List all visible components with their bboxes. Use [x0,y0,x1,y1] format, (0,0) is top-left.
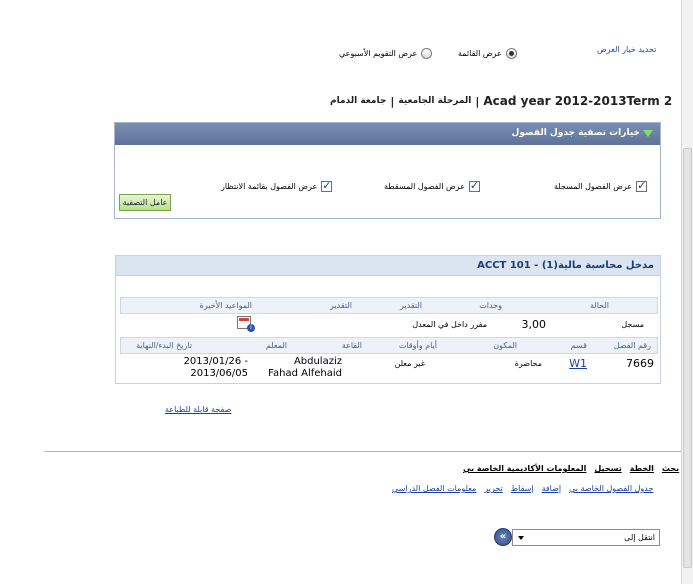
instructor-line-1: Abdulaziz [293,356,342,367]
col-status: الحالة [590,301,609,310]
nav-plan[interactable]: الخطة [630,464,654,473]
term-heading: جامعة الدمام | المرحلة الجامعية | Acad y… [330,94,672,108]
col-grade: التقدير [330,301,352,310]
col-class-nbr: رقم الفصل [613,341,651,350]
grading-value: مقرر داخل في المعدل [412,320,487,329]
col-dates: تاريخ البدء/النهاية [136,341,192,350]
goto-button[interactable]: « [494,528,512,546]
show-enrolled-checkbox[interactable] [636,179,648,192]
goto-select[interactable]: انتقل إلى [512,529,660,546]
section-link[interactable]: W1 [569,357,587,370]
nav-my-class-schedule[interactable]: جدول الفصول الخاصة بي [569,484,653,493]
col-component: المكون [493,341,517,350]
nav-edit[interactable]: تحرير [484,484,502,493]
class-section-header: ACCT 101 - مدخل محاسبة مالية(1) [116,256,660,276]
col-days-times: أيام وأوقات [398,341,437,350]
nav-search[interactable]: بحث [662,464,679,473]
instructor-value: Abdulaziz Fahad Alfehaid [268,356,342,380]
show-dropped-option[interactable]: عرض الفصول المسقطة [384,179,480,192]
class-section-panel: ACCT 101 - مدخل محاسبة مالية(1) الحالة و… [115,255,661,384]
primary-nav: بحث الخطة تسجيل المعلومات الأكاديمية الخ… [463,464,679,473]
change-display-label: تحديد خيار العرض [597,45,657,54]
detail-header-row: رقم الفصل قسم المكون أيام وأوقات القاعة … [120,337,658,354]
dates-line-1: 2013/01/26 - [183,356,248,367]
list-view-radio[interactable] [505,48,517,59]
status-value: مسجل [621,320,644,329]
printer-friendly-link[interactable]: صفحة قابلة للطباعة [165,405,231,414]
deadlines-calendar-icon[interactable]: i [237,316,255,332]
weekly-view-radio[interactable] [421,48,433,59]
filter-options-header[interactable]: خيارات تصفية جدول الفصول [115,123,660,145]
summary-row: مسجل 3,00 مقرر داخل في المعدل i [120,315,658,336]
show-dropped-label: عرض الفصول المسقطة [384,182,465,191]
nav-enroll[interactable]: تسجيل [594,464,621,473]
col-room: القاعة [341,341,362,350]
nav-add[interactable]: إضافة [542,484,562,493]
detail-row: 7669 W1 محاضرة غير معلن Abdulaziz Fahad … [120,355,658,383]
dates-value: 2013/01/26 - 2013/06/05 [184,356,248,380]
list-view-label: عرض القائمة [458,49,502,58]
nav-academic-records[interactable]: المعلومات الأكاديمية الخاصة بي [463,464,586,473]
col-instructor: المعلم [265,341,287,350]
filter-options-panel: خيارات تصفية جدول الفصول [114,122,661,219]
goto-select-value: انتقل إلى [624,533,655,542]
weekly-view-label: عرض التقويم الأسبوعي [339,49,418,58]
instructor-line-2: Fahad Alfehaid [268,368,342,379]
collapse-triangle-icon[interactable] [643,130,653,137]
apply-filter-button[interactable]: عامل التصفية [119,194,171,211]
footer-divider [44,451,681,452]
nav-drop[interactable]: إسقاط [511,484,534,493]
dates-line-2: 2013/06/05 [190,368,248,379]
show-waitlisted-option[interactable]: عرض الفصول بقائمة الانتظار [221,179,333,192]
nav-term-information[interactable]: معلومات الفصل الدراسي [392,484,476,493]
component-value: محاضرة [514,359,542,368]
col-grading: التقدير [400,301,422,310]
vertical-scrollbar[interactable] [681,0,693,584]
show-waitlisted-checkbox[interactable] [321,179,333,192]
list-view-option[interactable]: عرض القائمة [458,48,517,59]
scrollbar-thumb[interactable] [683,148,692,568]
units-value: 3,00 [521,318,547,331]
separator: | [475,94,480,108]
col-deadlines: المواعيد الأخيرة [199,301,252,310]
col-units: وحدات [479,301,502,310]
days-times-value: غير معلن [394,359,425,368]
col-section: قسم [570,341,587,350]
summary-header-row: الحالة وحدات التقدير التقدير المواعيد ال… [120,297,658,314]
term-title: Acad year 2012-2013Term 2 [483,94,673,108]
show-dropped-checkbox[interactable] [468,179,480,192]
weekly-view-option[interactable]: عرض التقويم الأسبوعي [339,48,433,59]
chevron-down-icon [518,536,524,540]
show-enrolled-label: عرض الفصول المسجلة [554,182,633,191]
institution-name: جامعة الدمام [330,96,387,106]
show-waitlisted-label: عرض الفصول بقائمة الانتظار [221,182,318,191]
class-nbr-value: 7669 [626,357,654,370]
secondary-nav: جدول الفصول الخاصة بي إضافة إسقاط تحرير … [392,484,653,493]
filter-options-title: خيارات تصفية جدول الفصول [511,128,640,138]
career-name: المرحلة الجامعية [398,96,472,106]
separator: | [390,94,395,108]
course-title: ACCT 101 - مدخل محاسبة مالية(1) [477,260,654,271]
show-enrolled-option[interactable]: عرض الفصول المسجلة [554,179,648,192]
